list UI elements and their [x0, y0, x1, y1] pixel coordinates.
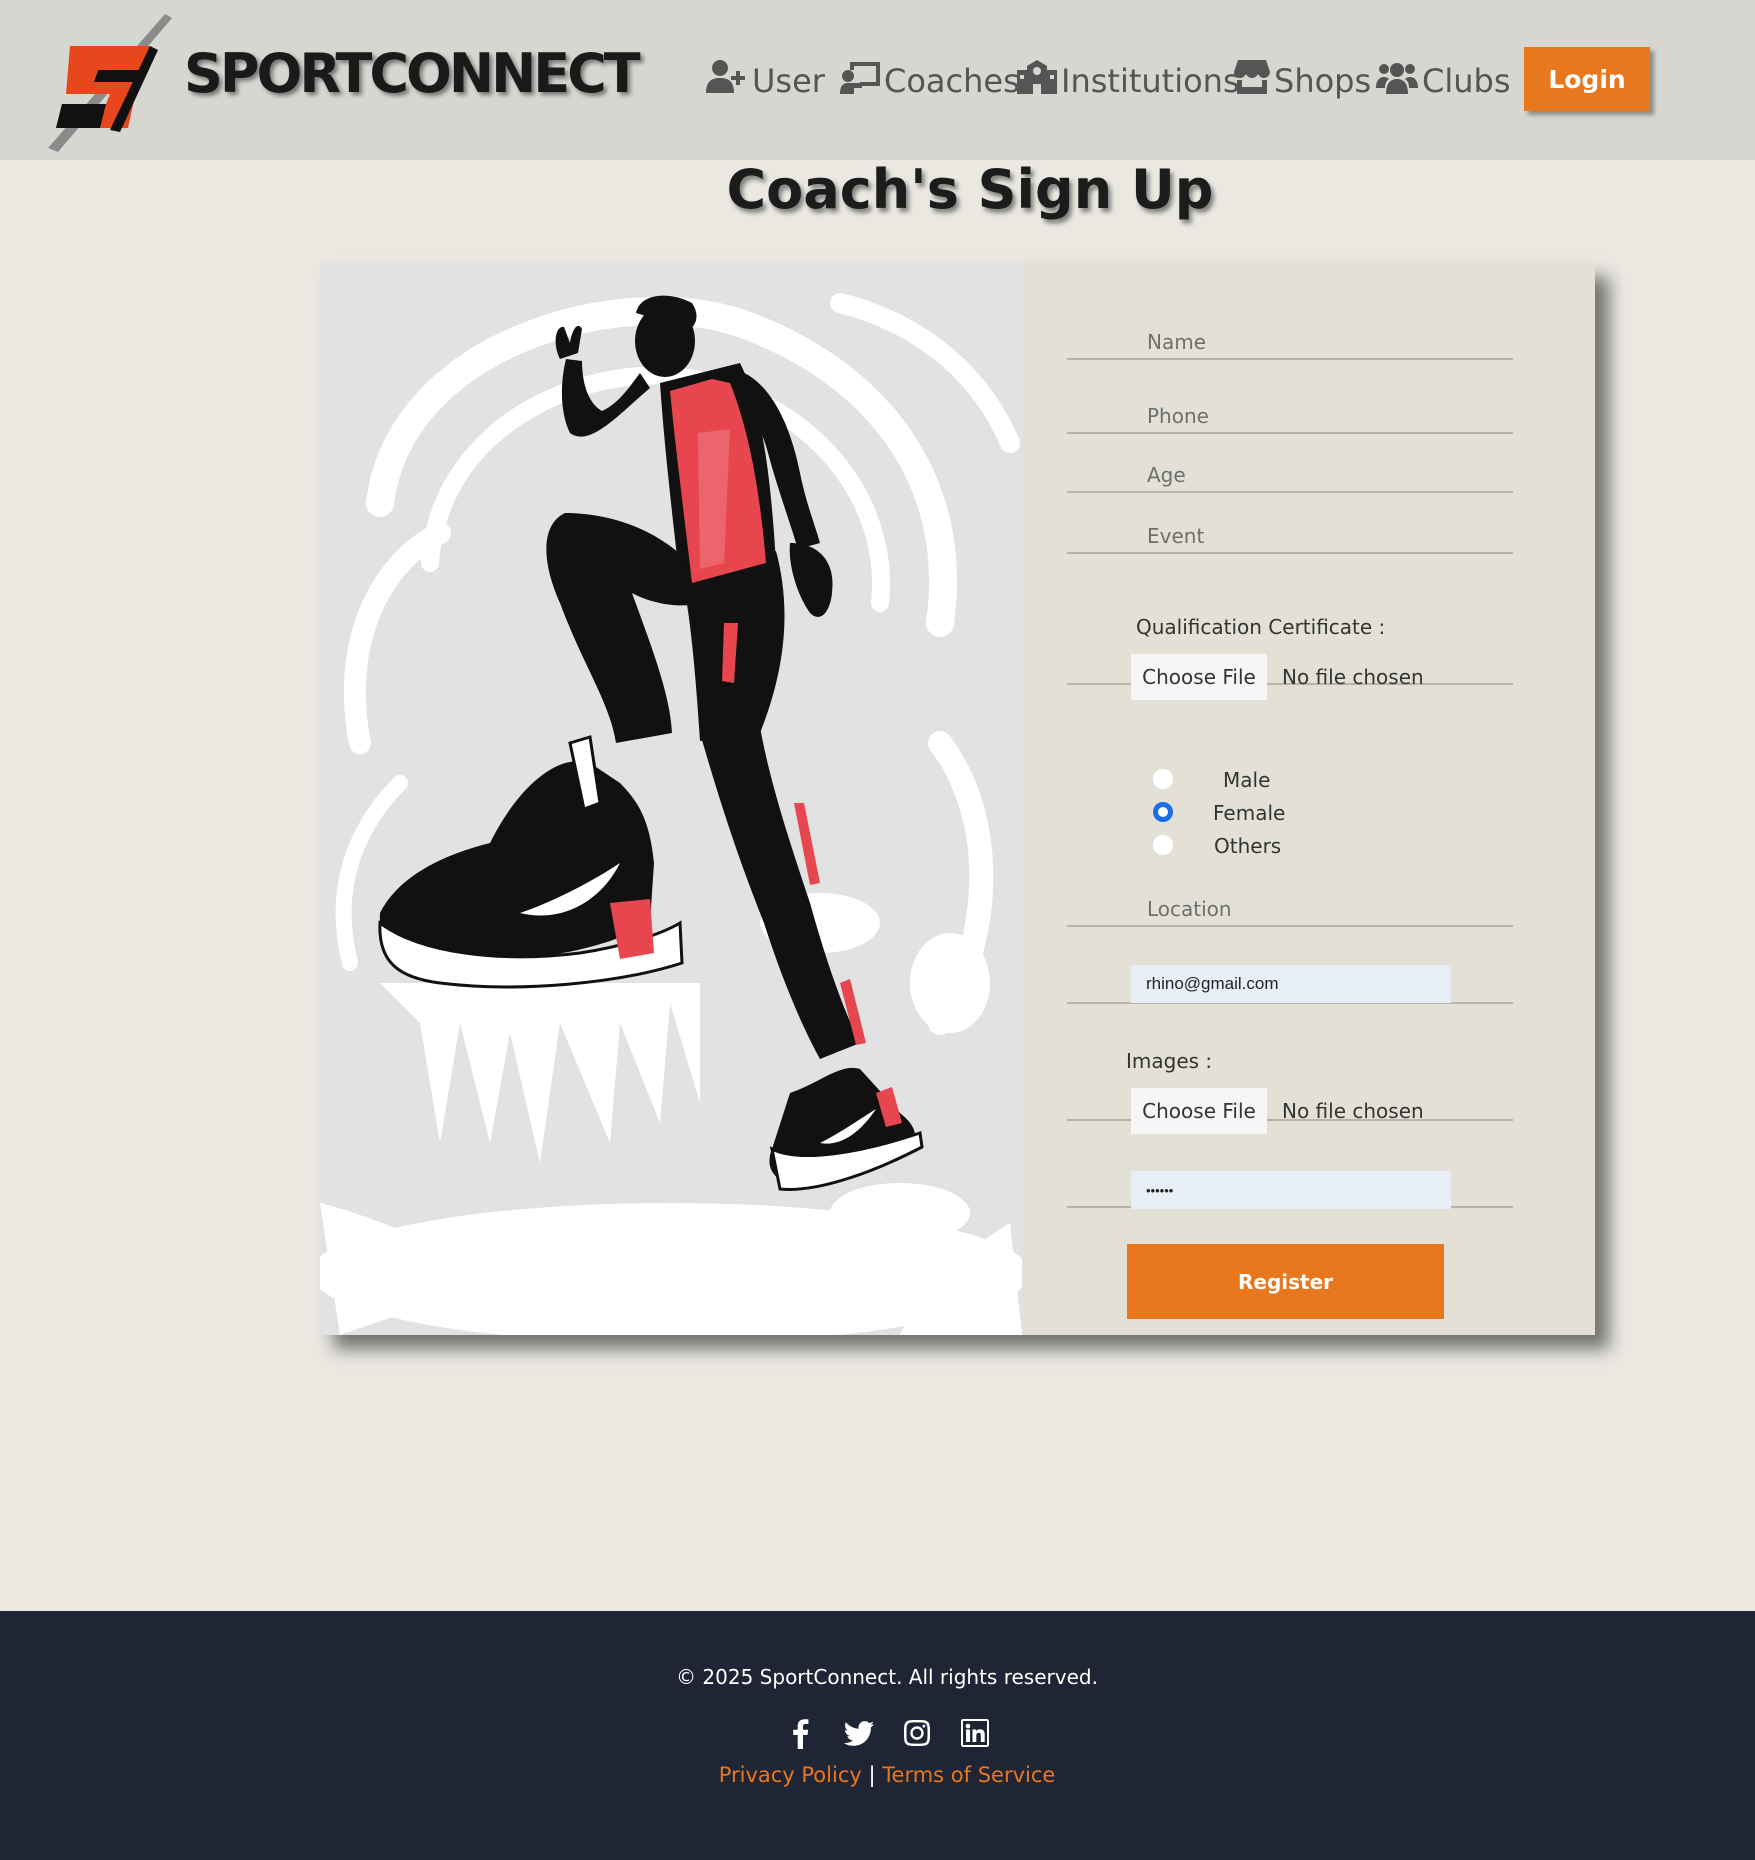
gender-male-option: [1153, 769, 1173, 789]
email-input[interactable]: [1131, 965, 1451, 1003]
login-button[interactable]: Login: [1524, 47, 1650, 111]
chalkboard-teacher-icon: [840, 60, 880, 102]
privacy-policy-link[interactable]: Privacy Policy: [719, 1763, 862, 1787]
social-links: [0, 1717, 1755, 1749]
facebook-icon[interactable]: [785, 1717, 817, 1749]
athlete-illustration: [320, 263, 1022, 1335]
nav-user-label: User: [752, 62, 825, 100]
gender-male-radio[interactable]: [1153, 769, 1173, 789]
gender-female-radio[interactable]: [1153, 802, 1173, 822]
images-file-input: Choose File No file chosen: [1131, 1088, 1424, 1134]
nav-coaches-label: Coaches: [884, 62, 1020, 100]
nav-institutions[interactable]: Institutions: [1017, 58, 1240, 104]
register-button[interactable]: Register: [1127, 1244, 1444, 1319]
nav-clubs[interactable]: Clubs: [1376, 58, 1511, 104]
gender-others-label[interactable]: Others: [1214, 834, 1281, 858]
page-title: Coach's Sign Up: [726, 158, 1214, 221]
name-input[interactable]: [1067, 326, 1513, 358]
nav-institutions-label: Institutions: [1061, 62, 1240, 100]
name-field: [1067, 326, 1513, 360]
navbar: SPORTCONNECT User Coaches Institutions S…: [0, 0, 1755, 160]
location-field: [1067, 893, 1513, 927]
gender-others-radio[interactable]: [1153, 835, 1173, 855]
user-plus-icon: [706, 59, 748, 103]
certificate-file-input: Choose File No file chosen: [1131, 654, 1424, 700]
terms-of-service-link[interactable]: Terms of Service: [882, 1763, 1055, 1787]
nav-coaches[interactable]: Coaches: [840, 58, 1020, 104]
instagram-icon[interactable]: [901, 1717, 933, 1749]
nav-shops-label: Shops: [1274, 62, 1372, 100]
certificate-choose-file-button[interactable]: Choose File: [1131, 654, 1267, 700]
linkedin-icon[interactable]: [959, 1717, 991, 1749]
phone-field: [1067, 400, 1513, 434]
event-input[interactable]: [1067, 520, 1513, 552]
copyright-text: © 2025 SportConnect. All rights reserved…: [676, 1665, 1098, 1689]
images-choose-file-button[interactable]: Choose File: [1131, 1088, 1267, 1134]
age-input[interactable]: [1067, 459, 1513, 491]
nav-user[interactable]: User: [706, 58, 825, 104]
gender-others-option: [1153, 835, 1173, 855]
location-input[interactable]: [1067, 893, 1513, 925]
event-field: [1067, 520, 1513, 554]
certificate-file-status: No file chosen: [1282, 665, 1424, 689]
store-icon: [1234, 60, 1270, 102]
footer: © 2025 SportConnect. All rights reserved…: [0, 1611, 1755, 1860]
images-label: Images :: [1126, 1049, 1213, 1073]
gender-female-label[interactable]: Female: [1213, 801, 1285, 825]
legal-separator: |: [868, 1763, 876, 1787]
certificate-label: Qualification Certificate :: [1136, 615, 1386, 639]
gender-female-option: [1153, 802, 1173, 822]
users-icon: [1376, 60, 1418, 102]
sportconnect-logo[interactable]: [40, 10, 180, 160]
nav-clubs-label: Clubs: [1422, 62, 1511, 100]
legal-links: Privacy Policy | Terms of Service: [0, 1763, 1755, 1787]
age-field: [1067, 459, 1513, 493]
signup-card: Qualification Certificate : Choose File …: [320, 263, 1595, 1335]
gender-male-label[interactable]: Male: [1223, 768, 1270, 792]
phone-input[interactable]: [1067, 400, 1513, 432]
nav-shops[interactable]: Shops: [1234, 58, 1371, 104]
images-file-status: No file chosen: [1282, 1099, 1424, 1123]
password-input[interactable]: [1131, 1171, 1451, 1209]
brand-name[interactable]: SPORTCONNECT: [184, 42, 641, 105]
twitter-icon[interactable]: [843, 1717, 875, 1749]
school-icon: [1017, 60, 1057, 102]
